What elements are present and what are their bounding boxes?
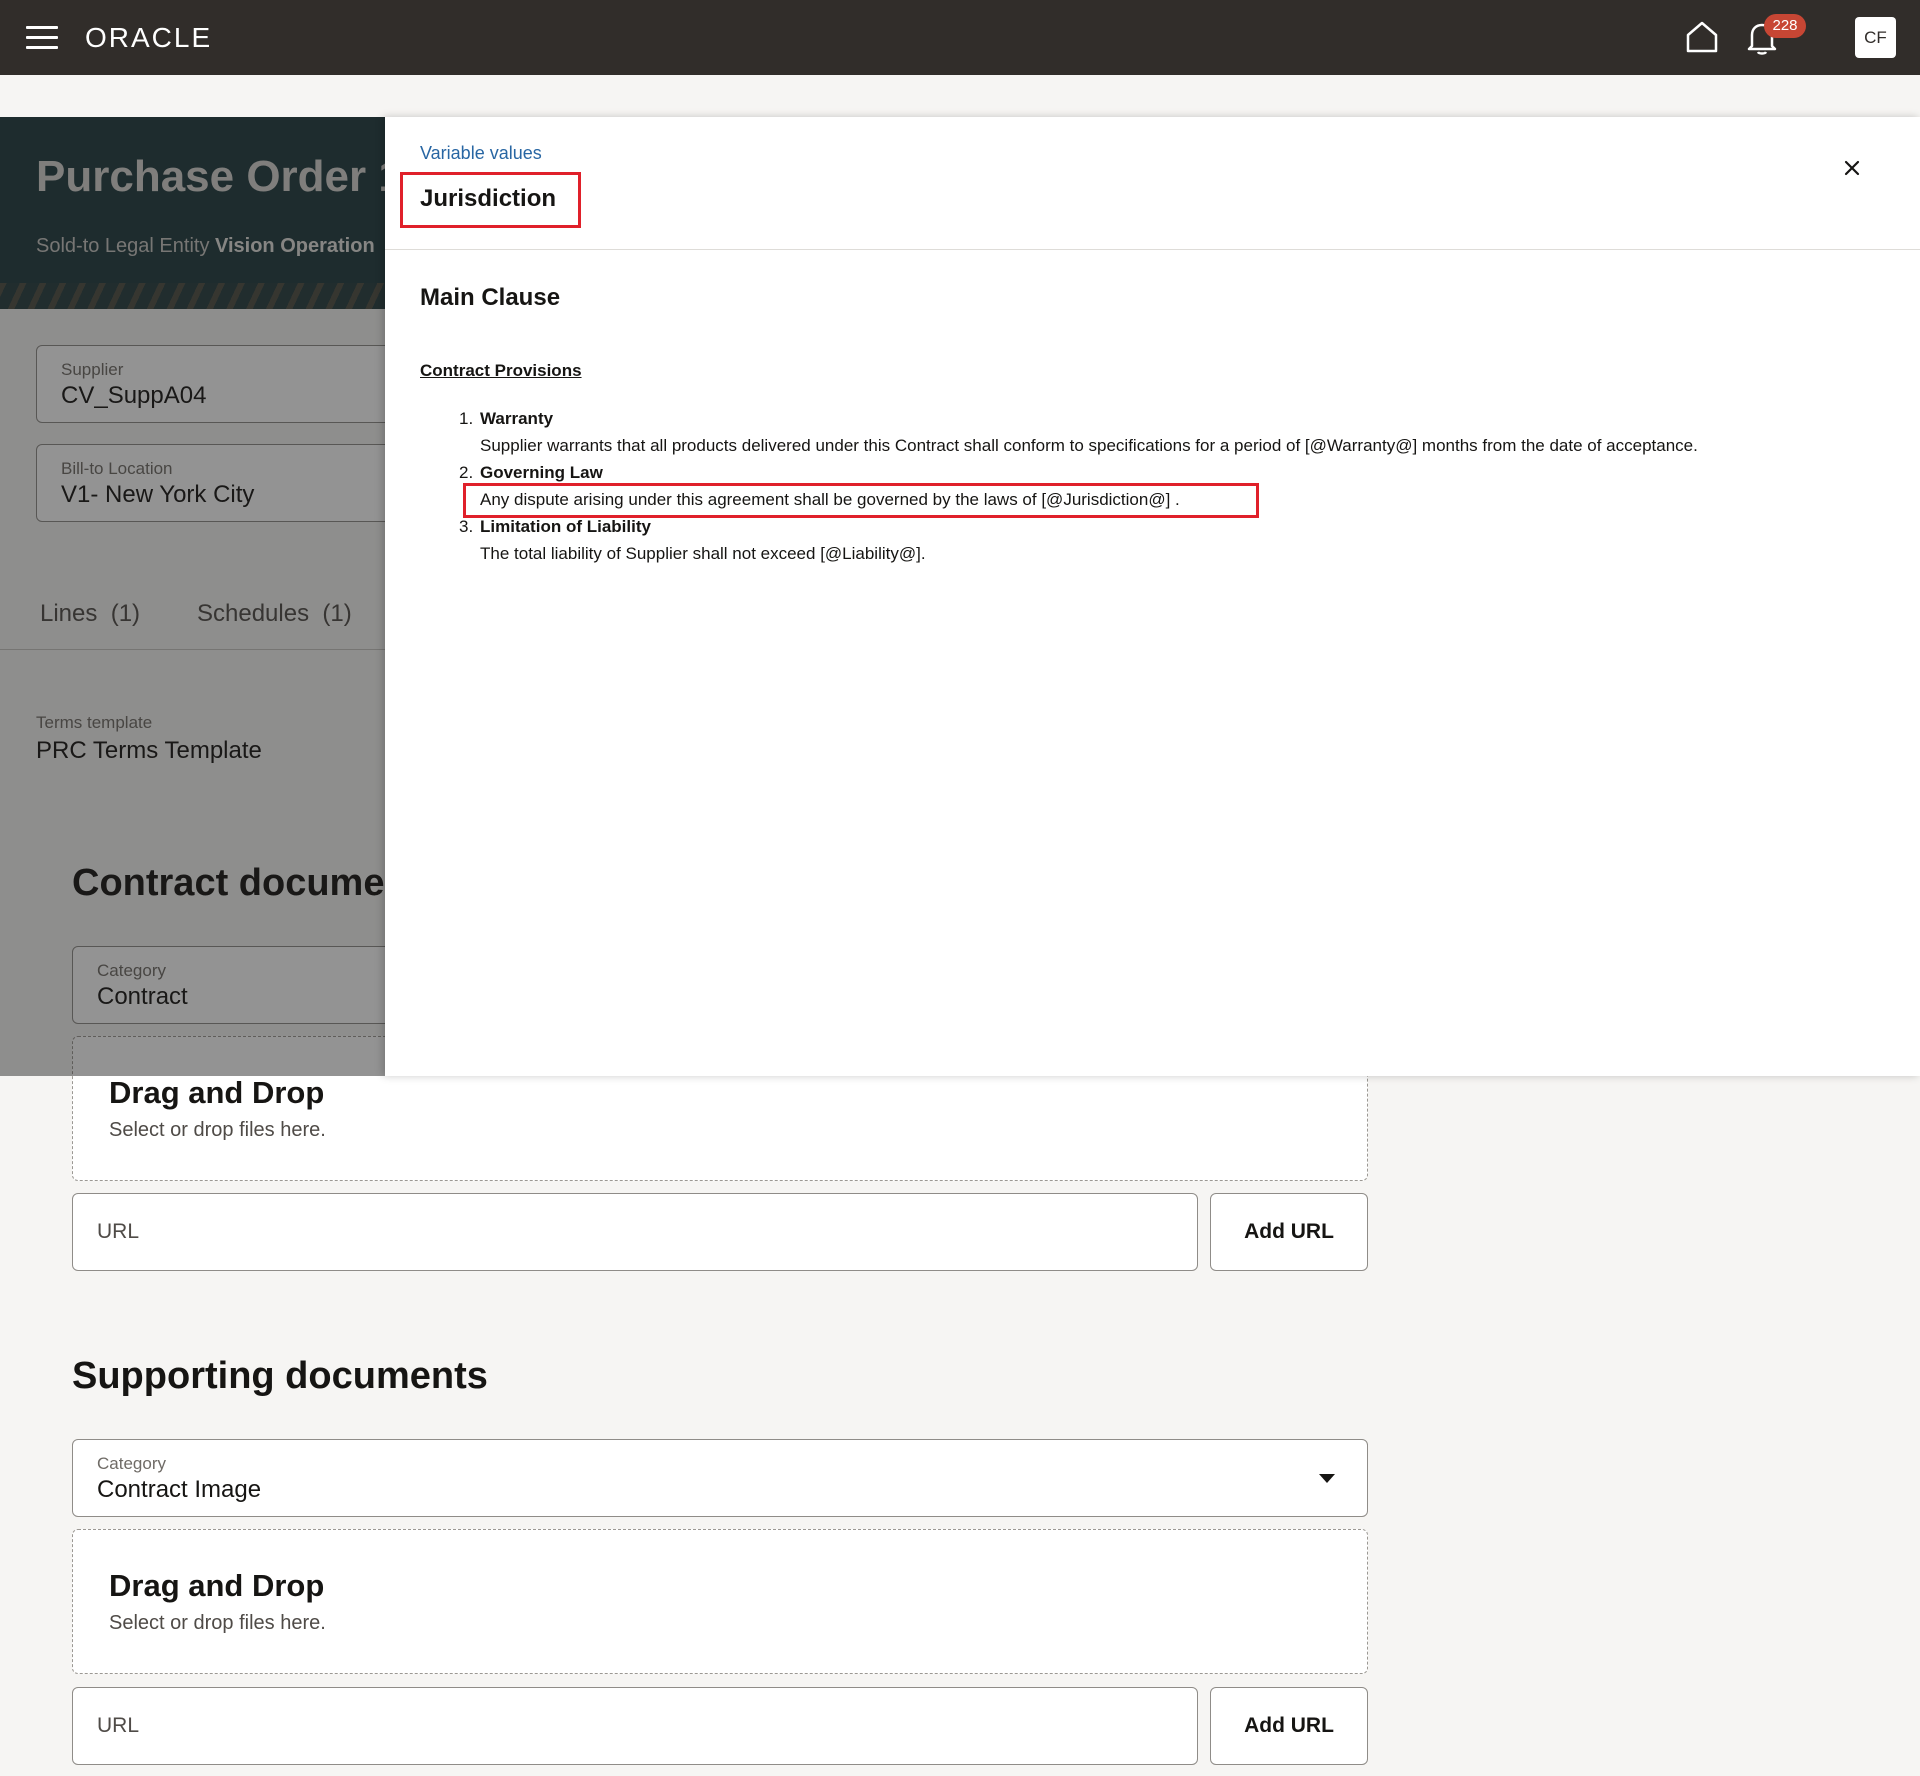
modal-scrim[interactable]: [0, 117, 385, 1076]
supporting-drag-title: Drag and Drop: [109, 1568, 325, 1603]
provision-heading-liability: Limitation of Liability: [480, 517, 651, 536]
contract-url-input[interactable]: URL: [72, 1193, 1198, 1271]
highlight-box-title: [400, 172, 581, 228]
home-icon[interactable]: [1685, 20, 1719, 54]
oracle-logo[interactable]: ORACLE: [85, 22, 212, 54]
close-icon[interactable]: [1837, 153, 1867, 183]
provision-number: 2.: [459, 463, 474, 482]
user-avatar[interactable]: CF: [1855, 17, 1896, 58]
provision-text-liability: The total liability of Supplier shall no…: [480, 544, 926, 563]
contract-add-url-button[interactable]: Add URL: [1210, 1193, 1368, 1271]
highlight-box-clause: [463, 483, 1259, 518]
provision-number: 1.: [459, 409, 474, 428]
supporting-add-url-button[interactable]: Add URL: [1210, 1687, 1368, 1765]
provisions-heading: Contract Provisions: [420, 361, 582, 380]
supporting-url-input[interactable]: URL: [72, 1687, 1198, 1765]
provision-heading-governing-law: Governing Law: [480, 463, 603, 482]
top-bar: ORACLE 228 CF: [0, 0, 1920, 75]
clause-title: Main Clause: [420, 284, 561, 311]
chevron-down-icon[interactable]: [1319, 1474, 1335, 1483]
provision-number: 3.: [459, 517, 474, 536]
menu-icon[interactable]: [26, 26, 58, 50]
supporting-category-value: Contract Image: [97, 1476, 262, 1503]
drawer-divider: [385, 249, 1920, 250]
supporting-category-label: Category: [97, 1454, 166, 1473]
breadcrumb-variable-values[interactable]: Variable values: [420, 143, 542, 164]
contract-drag-subtitle: Select or drop files here.: [109, 1119, 326, 1141]
supporting-url-placeholder: URL: [97, 1714, 140, 1737]
variable-values-drawer: Variable values Jurisdiction Main Clause…: [385, 117, 1920, 1076]
contract-drag-title: Drag and Drop: [109, 1075, 325, 1110]
supporting-category-select[interactable]: Category Contract Image: [72, 1439, 1368, 1517]
supporting-dropzone[interactable]: Drag and Drop Select or drop files here.: [72, 1529, 1368, 1674]
notification-badge: 228: [1764, 14, 1806, 38]
provision-heading-warranty: Warranty: [480, 409, 554, 428]
supporting-documents-title: Supporting documents: [72, 1355, 488, 1397]
supporting-drag-subtitle: Select or drop files here.: [109, 1612, 326, 1634]
contract-url-placeholder: URL: [97, 1220, 140, 1243]
provision-text-warranty: Supplier warrants that all products deli…: [480, 436, 1698, 455]
